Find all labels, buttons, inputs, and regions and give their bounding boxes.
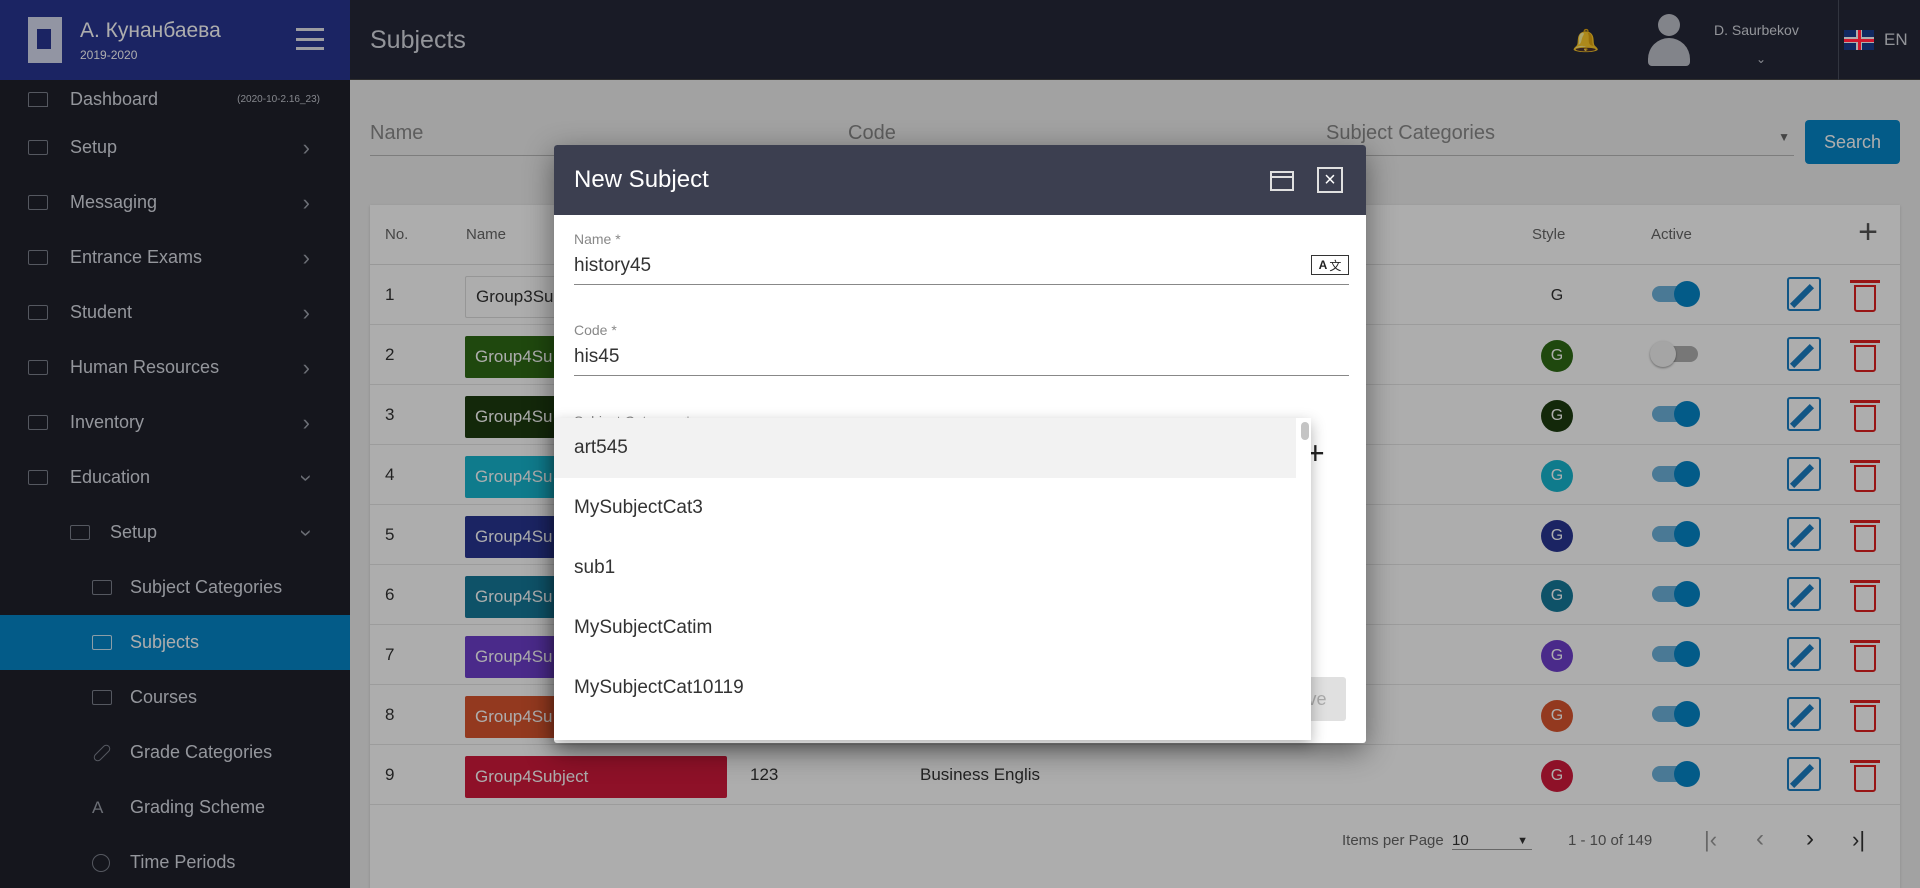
- dropdown-option[interactable]: sub1: [554, 538, 1296, 598]
- dialog-title: New Subject: [574, 166, 709, 193]
- close-icon[interactable]: ×: [1317, 167, 1343, 193]
- dropdown-option[interactable]: MySubjectCatim: [554, 598, 1296, 658]
- code-field[interactable]: Code * his45: [574, 316, 1349, 376]
- maximize-icon[interactable]: [1270, 171, 1294, 191]
- dropdown-option[interactable]: MySubjectCat10119: [554, 658, 1296, 718]
- dropdown-option[interactable]: art545: [554, 418, 1296, 478]
- name-field[interactable]: Name * history45 A文: [574, 225, 1349, 285]
- subject-category-dropdown: art545 MySubjectCat3 sub1 MySubjectCatim…: [554, 418, 1311, 740]
- translate-icon[interactable]: A文: [1311, 255, 1349, 275]
- dropdown-scrollbar[interactable]: [1301, 422, 1309, 440]
- dropdown-option[interactable]: MySubjectCat3: [554, 478, 1296, 538]
- dialog-header: New Subject ×: [554, 145, 1366, 215]
